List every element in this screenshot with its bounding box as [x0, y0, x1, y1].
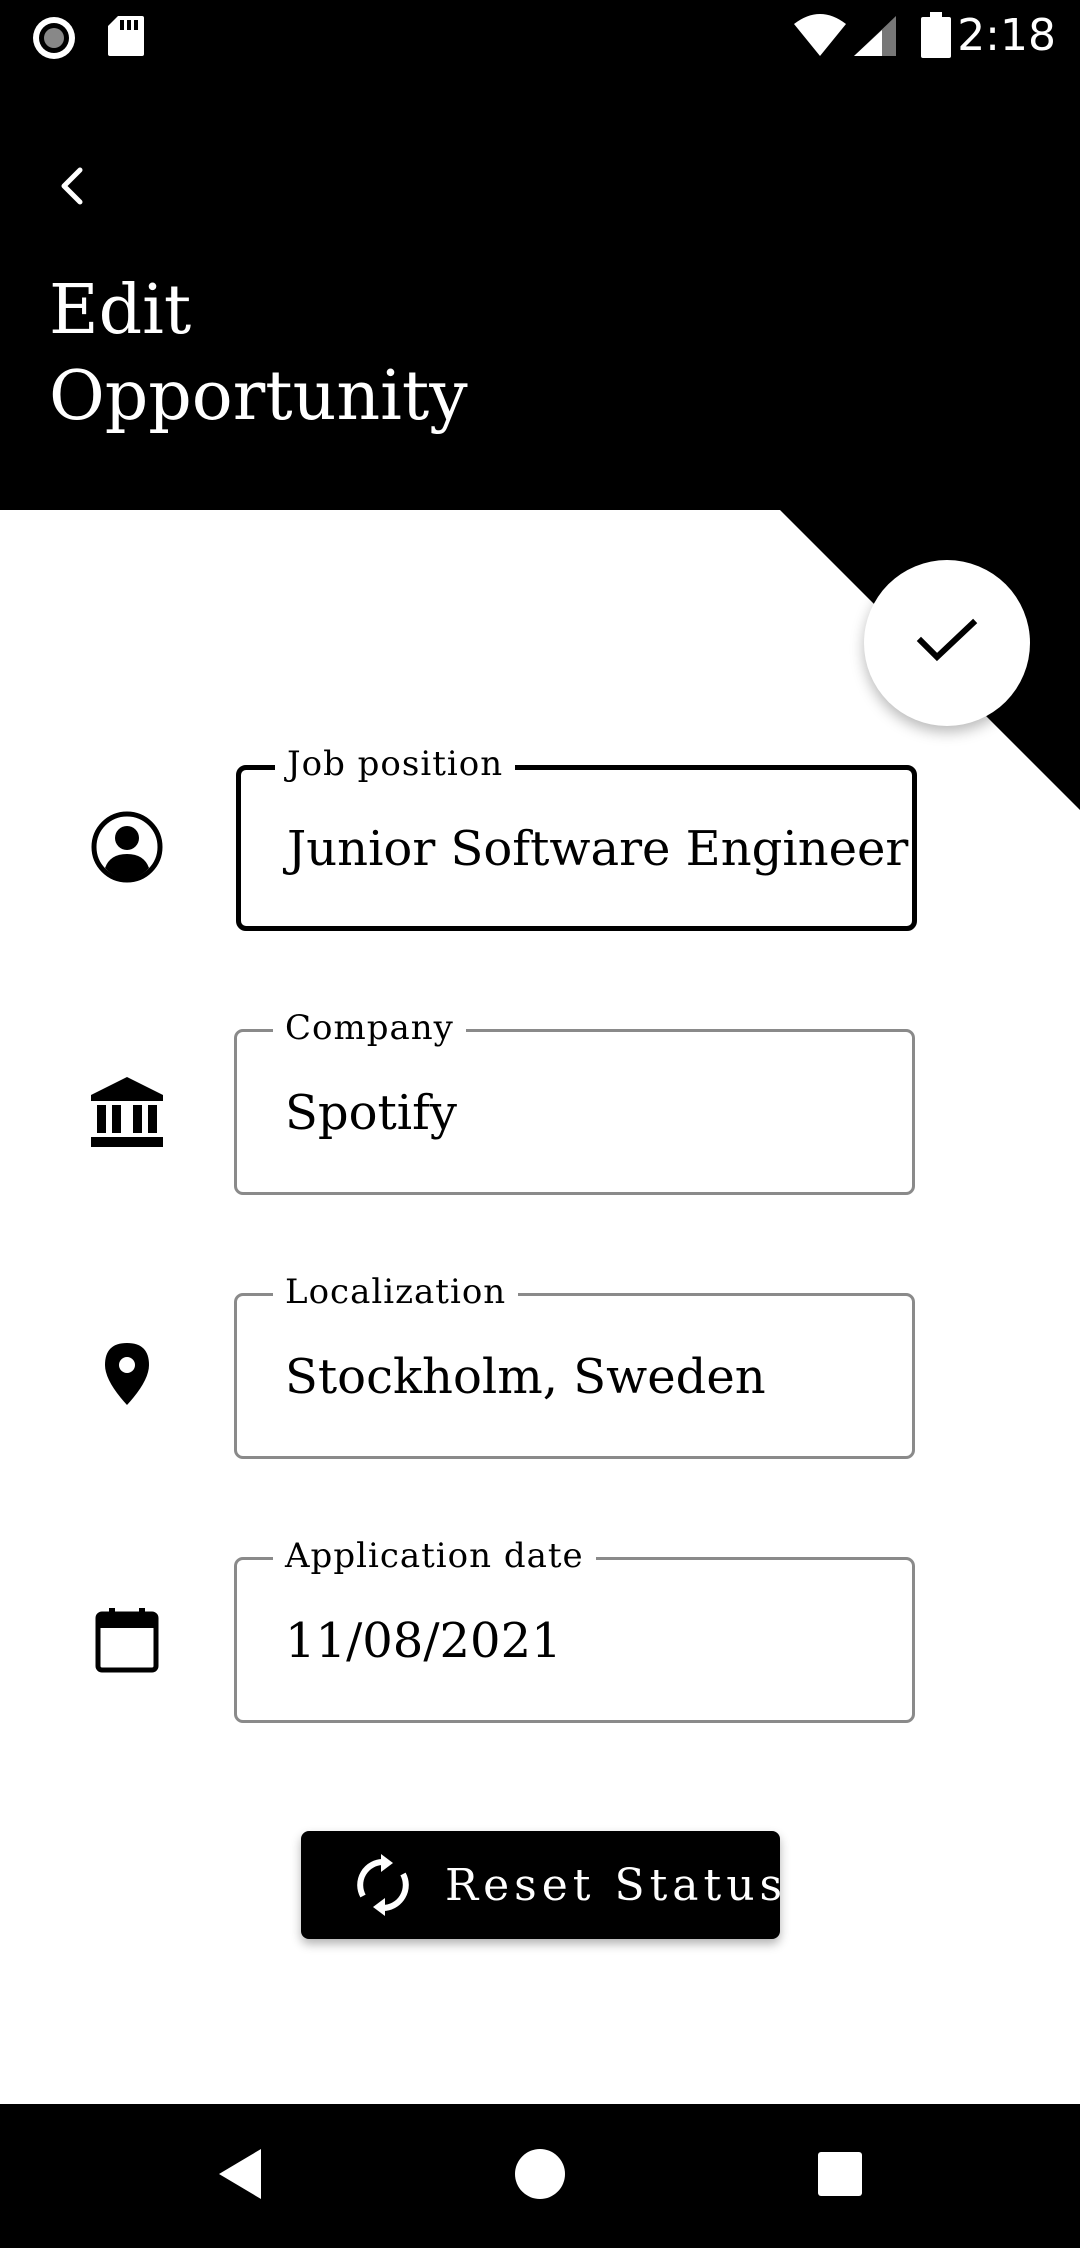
battery-icon [920, 12, 952, 62]
bank-icon [77, 1062, 177, 1162]
check-icon [915, 615, 979, 671]
application-date-input[interactable]: 11/08/2021 [285, 1610, 562, 1672]
page-title: Edit Opportunity [49, 268, 649, 440]
nav-home-button[interactable] [498, 2134, 582, 2218]
application-date-label: Application date [273, 1534, 596, 1578]
company-input[interactable]: Spotify [285, 1082, 457, 1144]
chevron-left-icon [52, 162, 92, 214]
status-bar: 2:18 [0, 0, 1080, 72]
page-title-line1: Edit [49, 271, 192, 350]
account-circle-icon [77, 797, 177, 897]
signal-icon [852, 14, 898, 62]
app-header: Edit Opportunity [0, 72, 1080, 510]
reset-status-label: Reset Status [445, 1859, 788, 1911]
sync-icon [353, 1853, 413, 1917]
home-circle-icon [514, 2148, 566, 2204]
nav-recents-button[interactable] [798, 2134, 882, 2218]
localization-field[interactable]: Localization Stockholm, Sweden [234, 1270, 915, 1459]
status-time: 2:18 [957, 10, 1056, 61]
localization-input[interactable]: Stockholm, Sweden [285, 1346, 766, 1408]
reset-status-button[interactable]: Reset Status [301, 1831, 782, 1939]
localization-label: Localization [273, 1270, 519, 1314]
application-date-field[interactable]: Application date 11/08/2021 [234, 1534, 915, 1723]
back-triangle-icon [215, 2147, 265, 2205]
page-title-line2: Opportunity [49, 357, 468, 436]
calendar-icon [77, 1590, 177, 1690]
wifi-icon [792, 12, 848, 62]
system-nav-bar [0, 2104, 1080, 2248]
nav-back-button[interactable] [198, 2134, 282, 2218]
job-position-field[interactable]: Job position Junior Software Engineer [236, 742, 917, 931]
company-label: Company [273, 1006, 466, 1050]
job-position-input[interactable]: Junior Software Engineer [287, 818, 908, 880]
company-field[interactable]: Company Spotify [234, 1006, 915, 1195]
save-button[interactable] [864, 560, 1030, 726]
recents-square-icon [816, 2150, 864, 2202]
job-position-label: Job position [275, 742, 516, 786]
record-icon [30, 14, 78, 66]
back-button[interactable] [40, 156, 104, 220]
sd-card-icon [106, 14, 146, 62]
location-pin-icon [77, 1324, 177, 1424]
